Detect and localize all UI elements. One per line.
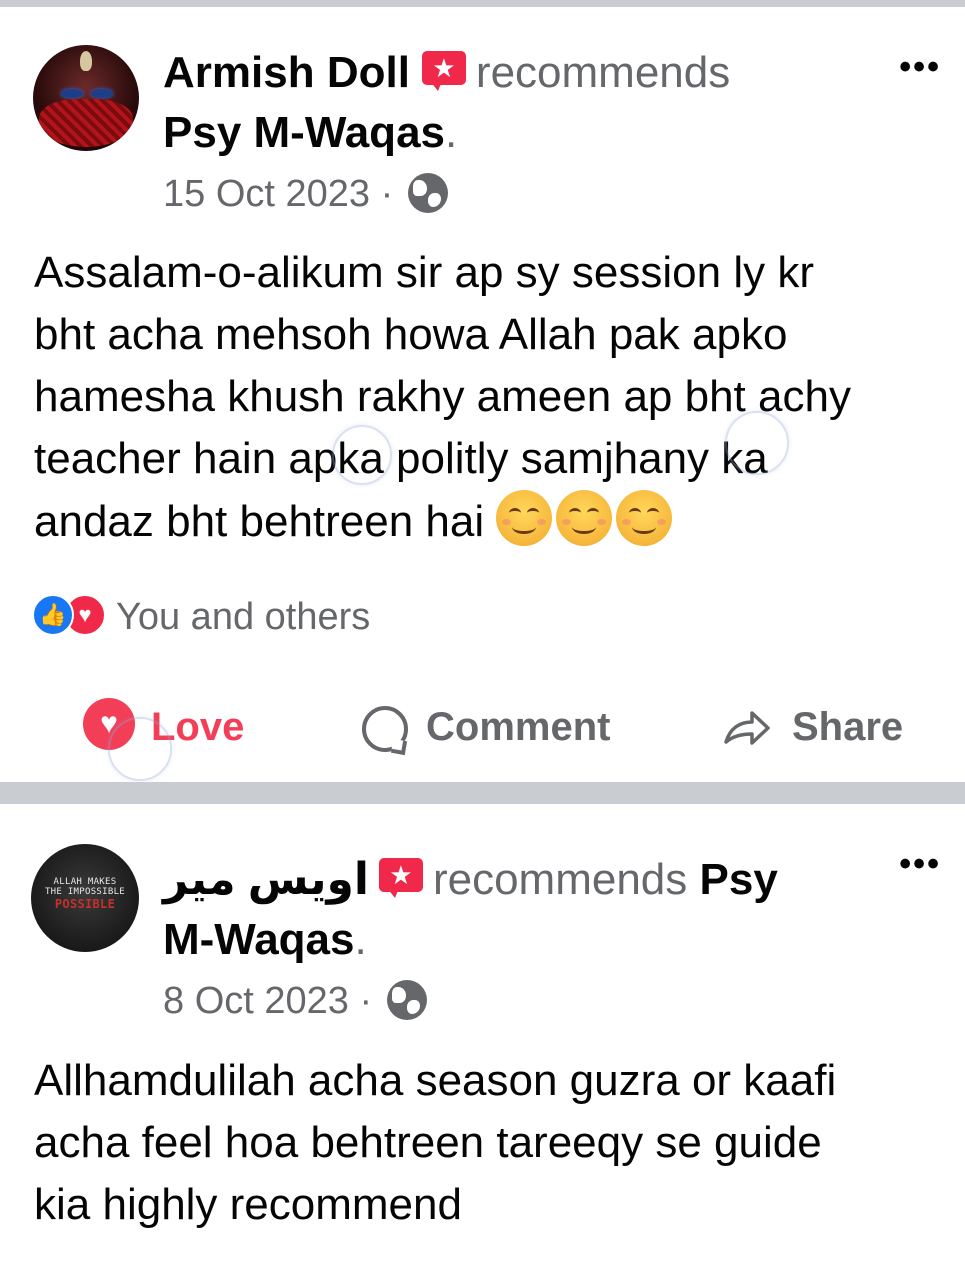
recommendation-post: Armish Doll ★ recommends Psy M-Waqas. ••• … <box>0 7 965 782</box>
post-date[interactable]: 8 Oct 2023 <box>163 980 349 1022</box>
touch-indicator <box>108 717 172 781</box>
post-header-line2: Psy M-Waqas. <box>163 105 457 161</box>
post-separator <box>0 782 965 804</box>
recommends-text: recommends <box>475 48 731 97</box>
page-name-part1[interactable]: Psy <box>700 855 778 904</box>
header-period: . <box>354 915 367 964</box>
globe-icon <box>386 980 427 1020</box>
author-name[interactable]: اویس میر <box>163 855 369 904</box>
post-header-line1: Armish Doll ★ recommends <box>163 45 730 101</box>
top-separator <box>0 0 965 7</box>
reaction-summary[interactable]: 👍 ♥ You and others <box>32 592 370 642</box>
reaction-summary-text: You and others <box>116 596 371 638</box>
post-body: Assalam-o-alikum sir ap sy session ly kr… <box>34 242 954 553</box>
meta-separator: · <box>380 173 394 215</box>
smiling-face-emoji <box>616 490 673 546</box>
post-body-text: Assalam-o-alikum sir ap sy session ly kr… <box>34 248 851 546</box>
post-body: Allhamdulilah acha season guzra or kaafi… <box>34 1050 954 1236</box>
share-arrow-icon <box>724 711 770 745</box>
smiling-face-emoji <box>496 490 553 546</box>
avatar-veil <box>39 99 133 147</box>
post-header-line2: M-Waqas. <box>163 912 367 968</box>
recommend-icon: ★ <box>421 51 466 91</box>
like-icon: 👍 <box>32 594 74 636</box>
meta-separator: · <box>359 980 373 1022</box>
share-button[interactable]: Share <box>722 692 903 762</box>
recommend-icon: ★ <box>378 858 423 898</box>
comment-bubble-icon <box>362 706 408 752</box>
touch-indicator <box>332 425 392 485</box>
author-avatar[interactable] <box>33 45 139 151</box>
globe-icon <box>407 173 448 213</box>
post-meta: 15 Oct 2023 · <box>163 171 448 217</box>
avatar-text-line: THE IMPOSSIBLE <box>44 887 126 897</box>
share-label: Share <box>792 705 904 749</box>
avatar-eye <box>61 89 83 98</box>
post-date[interactable]: 15 Oct 2023 <box>163 173 370 215</box>
touch-indicator <box>725 411 789 475</box>
author-name[interactable]: Armish Doll <box>163 48 410 97</box>
avatar-text-line: POSSIBLE <box>54 897 116 911</box>
post-body-text: Allhamdulilah acha season guzra or kaafi… <box>34 1056 837 1229</box>
header-period: . <box>445 108 458 157</box>
recommendation-post: ALLAH MAKES THE IMPOSSIBLE POSSIBLE اویس… <box>0 804 965 1280</box>
comment-button[interactable]: Comment <box>362 692 610 762</box>
more-options-icon[interactable]: ••• <box>899 847 941 881</box>
comment-label: Comment <box>426 705 611 749</box>
author-avatar[interactable]: ALLAH MAKES THE IMPOSSIBLE POSSIBLE <box>31 844 139 952</box>
smiling-face-emoji <box>556 490 613 546</box>
avatar-text-line: ALLAH MAKES <box>53 877 117 887</box>
page-name-part2[interactable]: M-Waqas <box>163 915 355 964</box>
avatar-jewel <box>80 51 92 71</box>
post-meta: 8 Oct 2023 · <box>163 978 427 1024</box>
more-options-icon[interactable]: ••• <box>899 50 941 84</box>
avatar-text: ALLAH MAKES THE IMPOSSIBLE POSSIBLE <box>31 877 139 911</box>
recommends-text: recommends <box>432 855 688 904</box>
post-header-line1: اویس میر ★ recommends Psy <box>163 852 778 908</box>
avatar-eye <box>91 89 113 98</box>
page-name[interactable]: Psy M-Waqas <box>163 108 445 157</box>
